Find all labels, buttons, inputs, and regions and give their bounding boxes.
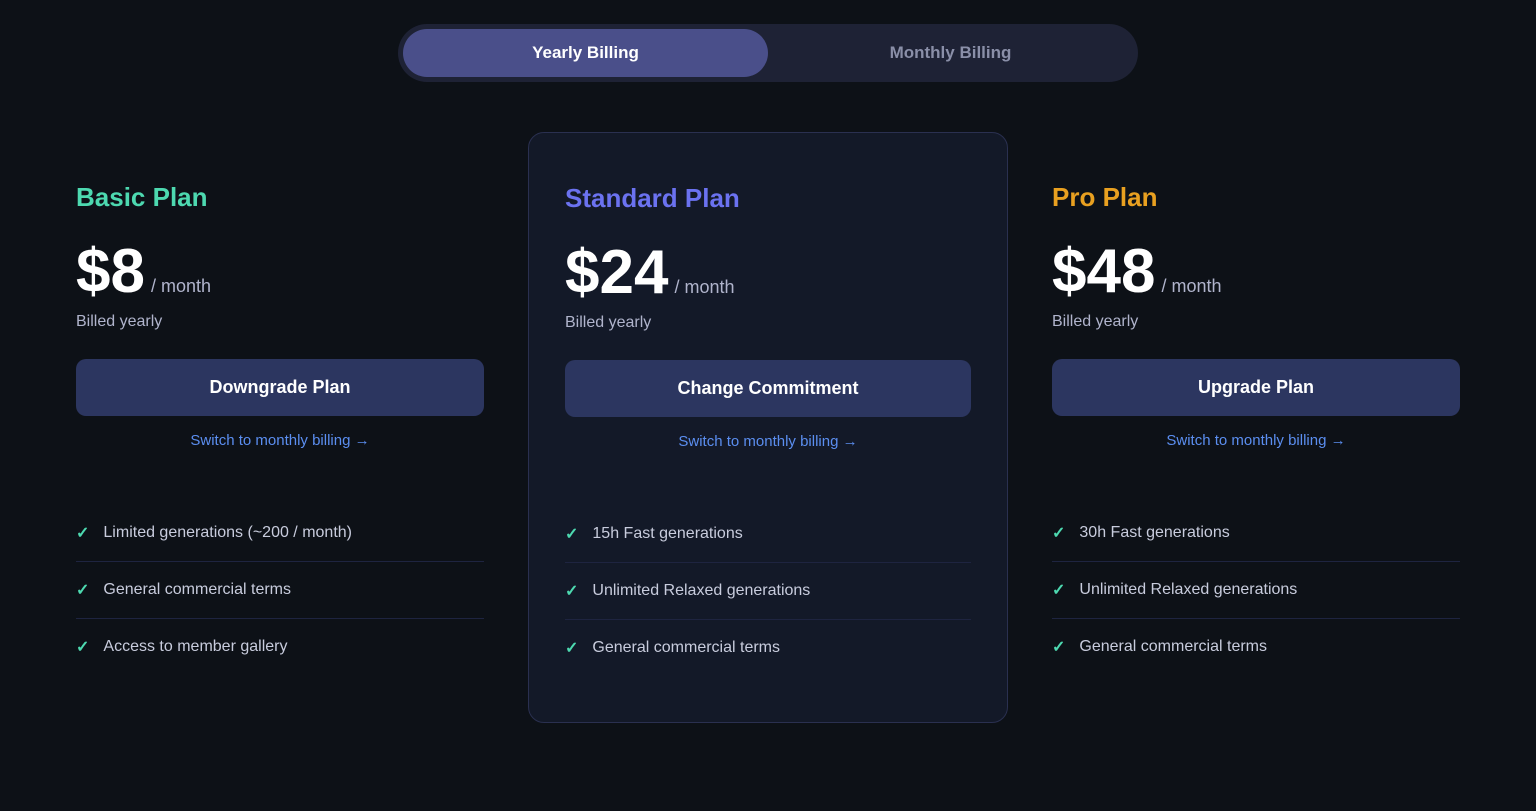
switch-link-standard[interactable]: Switch to monthly billing → [565, 433, 971, 450]
check-icon: ✓ [565, 638, 578, 658]
feature-text: Unlimited Relaxed generations [1079, 581, 1297, 599]
price-period-pro: / month [1161, 276, 1221, 297]
feature-text: 30h Fast generations [1079, 524, 1229, 542]
feature-item: ✓ General commercial terms [1052, 619, 1460, 675]
feature-text: General commercial terms [103, 581, 291, 599]
yearly-billing-button[interactable]: Yearly Billing [403, 29, 768, 77]
check-icon: ✓ [565, 524, 578, 544]
feature-text: Limited generations (~200 / month) [103, 524, 352, 542]
feature-item: ✓ Access to member gallery [76, 619, 484, 675]
check-icon: ✓ [1052, 637, 1065, 657]
action-button-basic[interactable]: Downgrade Plan [76, 359, 484, 416]
check-icon: ✓ [76, 523, 89, 543]
monthly-billing-button[interactable]: Monthly Billing [768, 29, 1133, 77]
feature-item: ✓ General commercial terms [565, 620, 971, 676]
check-icon: ✓ [565, 581, 578, 601]
feature-item: ✓ 15h Fast generations [565, 506, 971, 563]
billed-info-pro: Billed yearly [1052, 313, 1460, 331]
feature-item: ✓ 30h Fast generations [1052, 505, 1460, 562]
price-amount-basic: $8 [76, 241, 145, 303]
billing-toggle: Yearly Billing Monthly Billing [398, 24, 1138, 82]
billed-info-basic: Billed yearly [76, 313, 484, 331]
features-basic: ✓ Limited generations (~200 / month) ✓ G… [76, 505, 484, 675]
plan-card-standard: Standard Plan $24 / month Billed yearly … [528, 132, 1008, 723]
billed-info-standard: Billed yearly [565, 314, 971, 332]
feature-text: General commercial terms [1079, 638, 1267, 656]
action-button-pro[interactable]: Upgrade Plan [1052, 359, 1460, 416]
feature-item: ✓ Unlimited Relaxed generations [1052, 562, 1460, 619]
feature-text: Unlimited Relaxed generations [592, 582, 810, 600]
feature-text: Access to member gallery [103, 638, 287, 656]
plan-card-basic: Basic Plan $8 / month Billed yearly Down… [40, 142, 520, 713]
action-button-standard[interactable]: Change Commitment [565, 360, 971, 417]
price-period-standard: / month [674, 277, 734, 298]
feature-item: ✓ Unlimited Relaxed generations [565, 563, 971, 620]
price-row-basic: $8 / month [76, 241, 484, 303]
check-icon: ✓ [76, 580, 89, 600]
plan-card-pro: Pro Plan $48 / month Billed yearly Upgra… [1016, 142, 1496, 713]
feature-text: General commercial terms [592, 639, 780, 657]
plan-name-pro: Pro Plan [1052, 182, 1460, 213]
check-icon: ✓ [1052, 580, 1065, 600]
feature-item: ✓ Limited generations (~200 / month) [76, 505, 484, 562]
switch-link-basic[interactable]: Switch to monthly billing → [76, 432, 484, 449]
price-row-pro: $48 / month [1052, 241, 1460, 303]
price-amount-pro: $48 [1052, 241, 1155, 303]
feature-text: 15h Fast generations [592, 525, 742, 543]
switch-link-pro[interactable]: Switch to monthly billing → [1052, 432, 1460, 449]
check-icon: ✓ [76, 637, 89, 657]
plans-container: Basic Plan $8 / month Billed yearly Down… [40, 142, 1496, 713]
check-icon: ✓ [1052, 523, 1065, 543]
features-standard: ✓ 15h Fast generations ✓ Unlimited Relax… [565, 506, 971, 676]
plan-name-basic: Basic Plan [76, 182, 484, 213]
price-period-basic: / month [151, 276, 211, 297]
feature-item: ✓ General commercial terms [76, 562, 484, 619]
price-amount-standard: $24 [565, 242, 668, 304]
plan-name-standard: Standard Plan [565, 183, 971, 214]
features-pro: ✓ 30h Fast generations ✓ Unlimited Relax… [1052, 505, 1460, 675]
price-row-standard: $24 / month [565, 242, 971, 304]
